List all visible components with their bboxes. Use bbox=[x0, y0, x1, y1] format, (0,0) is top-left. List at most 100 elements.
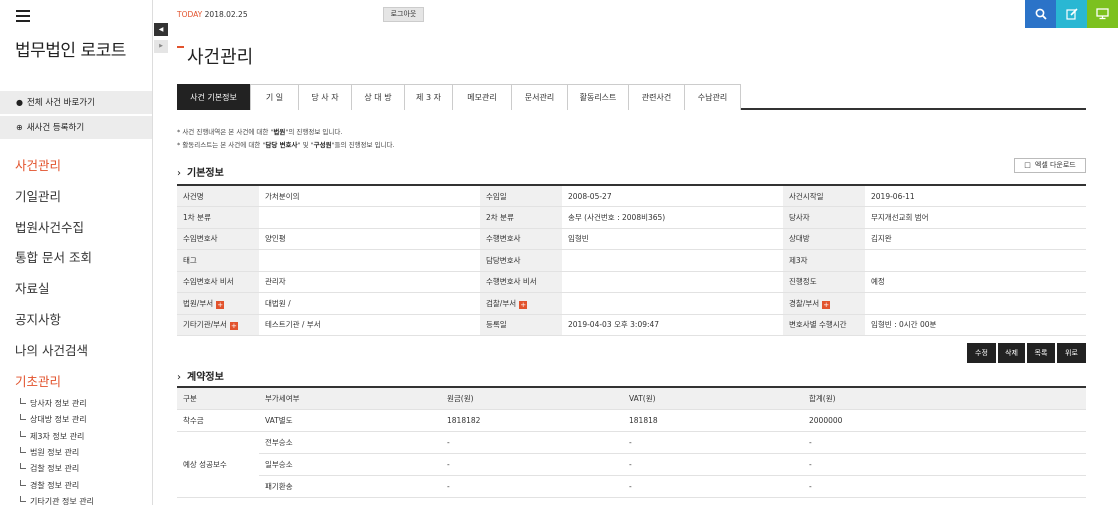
field-value-text: 가처분이의 bbox=[265, 191, 300, 201]
col-header-category: 구분 bbox=[177, 387, 259, 410]
field-value bbox=[259, 249, 480, 272]
collapse-left-icon[interactable]: ◀ bbox=[154, 23, 168, 36]
submenu-prosecution-info[interactable]: 검찰 정보 관리 bbox=[20, 463, 79, 474]
delete-case-button[interactable]: 삭제 bbox=[998, 343, 1025, 363]
field-label-text: 검찰/부서 bbox=[486, 298, 517, 308]
table-cell: 2000000 bbox=[803, 409, 1086, 432]
submenu-party-info[interactable]: 당사자 정보 관리 bbox=[20, 398, 87, 409]
field-value: 가처분이의 bbox=[259, 185, 480, 207]
field-value: 테스트기관 / 부서 bbox=[259, 314, 480, 336]
field-value: 김지완 bbox=[865, 228, 1086, 250]
field-value bbox=[562, 271, 783, 293]
field-label: 수행변호사 비서 bbox=[480, 271, 562, 293]
contract-info-table: 구분 부가세여부 원금(원) VAT(원) 합계(원) 착수금 VAT별도 18… bbox=[177, 386, 1086, 498]
table-cell: - bbox=[803, 431, 1086, 454]
tab-activity-list[interactable]: 활동리스트 bbox=[567, 84, 629, 110]
document-icon: □ bbox=[1024, 161, 1031, 169]
logout-button[interactable]: 로그아웃 bbox=[383, 7, 424, 22]
sidebar-item-court-collection[interactable]: 법원사건수집 bbox=[15, 217, 84, 236]
search-button[interactable] bbox=[1025, 0, 1056, 28]
table-row: 예상 성공보수 전부승소 - - - bbox=[177, 431, 1086, 498]
edit-icon bbox=[1065, 8, 1078, 20]
field-label: 수행변호사 bbox=[480, 228, 562, 250]
field-label: 당사자 bbox=[783, 206, 865, 229]
field-value bbox=[562, 249, 783, 272]
sidebar-item-my-case-search[interactable]: 나의 사건검색 bbox=[15, 340, 88, 359]
edit-button[interactable] bbox=[1056, 0, 1087, 28]
add-plus-icon[interactable]: + bbox=[822, 300, 831, 309]
tab-related-cases[interactable]: 관련사건 bbox=[628, 84, 685, 110]
tab-third-party[interactable]: 제 3 자 bbox=[404, 84, 453, 110]
add-plus-icon[interactable]: + bbox=[216, 300, 225, 309]
sidebar-item-date-management[interactable]: 기일관리 bbox=[15, 186, 61, 205]
table-cell: - bbox=[623, 475, 803, 498]
field-label: 변호사별 수행시간 bbox=[783, 314, 865, 336]
field-value: 임형빈 : 0시간 00분 bbox=[865, 314, 1086, 336]
tab-dates[interactable]: 기 일 bbox=[250, 84, 299, 110]
tab-memo[interactable]: 메모관리 bbox=[452, 84, 512, 110]
tab-parties[interactable]: 당 사 자 bbox=[298, 84, 352, 110]
field-value: 2019-04-03 오후 3:09:47 bbox=[562, 314, 783, 336]
table-row: 패기환송 - - - bbox=[177, 475, 1086, 498]
tab-documents[interactable]: 문서관리 bbox=[511, 84, 568, 110]
sidebar-item-basic-management[interactable]: 기초관리 bbox=[15, 371, 61, 390]
field-label-text: 2차 분류 bbox=[486, 212, 514, 222]
table-cell: - bbox=[623, 453, 803, 476]
sidebar-item-document-search[interactable]: 통합 문서 조회 bbox=[15, 247, 92, 266]
monitor-icon bbox=[1096, 8, 1109, 20]
table-row: 착수금 VAT별도 1818182 181818 2000000 bbox=[177, 409, 1086, 432]
list-button[interactable]: 목록 bbox=[1027, 343, 1055, 363]
tab-opponent[interactable]: 상 대 방 bbox=[351, 84, 405, 110]
submenu-other-agency-info[interactable]: 기타기관 정보 관리 bbox=[20, 496, 94, 505]
table-row: 1차 분류 2차 분류 송무 (사건번호 : 2008비365) 당사자 무지개선교회 … bbox=[177, 206, 1086, 229]
all-cases-button[interactable]: ● 전체 사건 바로가기 bbox=[0, 91, 152, 114]
field-label: 수임변호사 bbox=[177, 228, 259, 250]
top-button[interactable]: 위로 bbox=[1057, 343, 1086, 363]
table-cell: 1818182 bbox=[441, 409, 623, 432]
edit-case-button[interactable]: 수정 bbox=[967, 343, 996, 363]
field-value: 양인평 bbox=[259, 228, 480, 250]
sidebar-item-archive[interactable]: 자료실 bbox=[15, 278, 50, 297]
today-value: 2018.02.25 bbox=[204, 10, 248, 19]
tab-case-basic-info[interactable]: 사건 기본정보 bbox=[177, 84, 250, 110]
field-label-text: 기타기관/부서 bbox=[183, 320, 227, 330]
table-cell: - bbox=[441, 475, 623, 498]
field-value: 2019-06-11 bbox=[865, 185, 1086, 207]
new-case-button[interactable]: ⊕ 새사건 등록하기 bbox=[0, 116, 152, 139]
table-cell: - bbox=[441, 431, 623, 454]
add-plus-icon[interactable]: + bbox=[519, 300, 528, 309]
sidebar-item-notices[interactable]: 공지사항 bbox=[15, 309, 61, 328]
submenu-third-party-info[interactable]: 제3자 정보 관리 bbox=[20, 431, 84, 442]
field-label: 2차 분류 bbox=[480, 206, 562, 229]
field-label-text: 법원/부서 bbox=[183, 298, 214, 308]
field-value-text: 무지개선교회 범어 bbox=[871, 212, 929, 222]
field-value-text: 송무 (사건번호 : 2008비365) bbox=[568, 212, 666, 222]
field-label: 등록일 bbox=[480, 314, 562, 336]
field-label: 수임변호사 비서 bbox=[177, 271, 259, 293]
field-label-text: 당사자 bbox=[789, 212, 810, 222]
field-value-text: 대법원 / bbox=[265, 298, 291, 308]
tab-payments[interactable]: 수납관리 bbox=[684, 84, 741, 110]
hamburger-menu-icon[interactable] bbox=[16, 10, 30, 22]
field-label-text: 사건시작일 bbox=[789, 191, 824, 201]
monitor-button[interactable] bbox=[1087, 0, 1118, 28]
add-plus-icon[interactable]: + bbox=[229, 322, 238, 331]
today-date: TODAY 2018.02.25 bbox=[177, 10, 248, 19]
table-cell: - bbox=[803, 475, 1086, 498]
field-label: 기타기관/부서 + bbox=[177, 314, 259, 336]
submenu-police-info[interactable]: 경찰 정보 관리 bbox=[20, 480, 79, 491]
field-label: 진행정도 bbox=[783, 271, 865, 293]
submenu-court-info[interactable]: 법원 정보 관리 bbox=[20, 447, 79, 458]
sidebar-item-case-management[interactable]: 사건관리 bbox=[15, 155, 61, 174]
field-value: 임형빈 bbox=[562, 228, 783, 250]
search-icon bbox=[1035, 8, 1047, 20]
excel-download-button[interactable]: □ 엑셀 다운로드 bbox=[1014, 158, 1086, 173]
table-row: 수임변호사 양인평 수행변호사 임형빈 상대방 김지완 bbox=[177, 228, 1086, 250]
field-label-text: 수임변호사 비서 bbox=[183, 277, 234, 287]
field-label-text: 상대방 bbox=[789, 234, 810, 244]
sidebar: 법무법인 로코트 ● 전체 사건 바로가기 ⊕ 새사건 등록하기 사건관리 기일관리… bbox=[0, 0, 153, 505]
submenu-opponent-info[interactable]: 상대방 정보 관리 bbox=[20, 414, 87, 425]
table-cell: 일부승소 bbox=[259, 453, 441, 476]
expand-right-icon[interactable]: ▶ bbox=[154, 40, 168, 53]
col-header-principal: 원금(원) bbox=[441, 387, 623, 410]
